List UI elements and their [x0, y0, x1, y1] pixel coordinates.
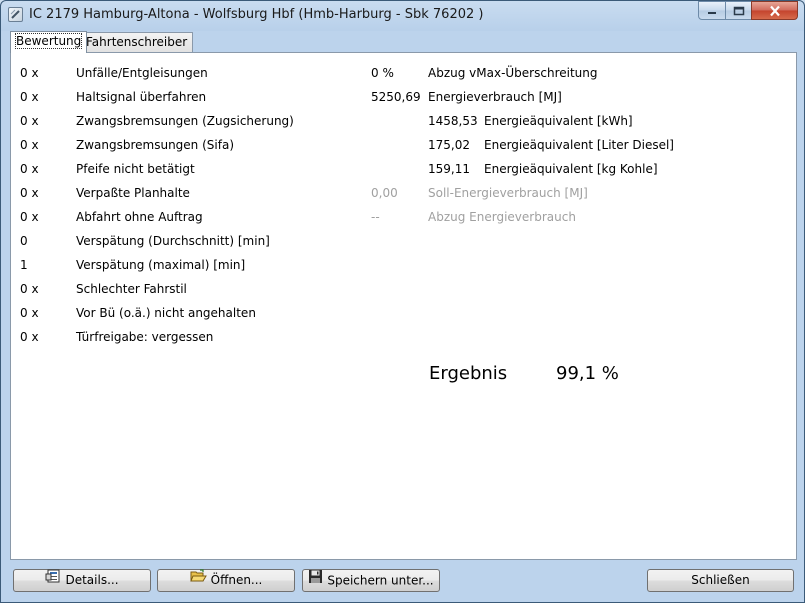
open-button[interactable]: Öffnen...: [157, 569, 295, 592]
energy-kwh-value: 1458,53: [428, 114, 478, 128]
energy-diesel-value: 175,02: [428, 138, 470, 152]
signal-passed-label: Haltsignal überfahren: [76, 90, 207, 104]
level-crossing-label: Vor Bü (o.ä.) nicht angehalten: [76, 306, 256, 320]
departure-without-order-label: Abfahrt ohne Auftrag: [76, 210, 203, 224]
delay-average-label: Verspätung (Durchschnitt) [min]: [76, 234, 270, 248]
missed-stops-count: 0 x: [20, 186, 39, 200]
result-label: Ergebnis: [429, 363, 508, 384]
maximize-button[interactable]: [725, 1, 752, 20]
delay-average-value: 0: [20, 234, 28, 248]
tab-bewertung-label: Bewertung: [14, 33, 83, 49]
energy-consumption-value: 5250,69: [371, 90, 421, 104]
bad-driving-count: 0 x: [20, 282, 39, 296]
door-release-count: 0 x: [20, 330, 39, 344]
minimize-icon: [708, 11, 716, 14]
title-bar[interactable]: IC 2179 Hamburg-Altona - Wolfsburg Hbf (…: [1, 1, 804, 29]
properties-icon: [45, 569, 61, 590]
app-icon[interactable]: [8, 7, 23, 22]
emergency-brake-train-protection-label: Zwangsbremsungen (Zugsicherung): [76, 114, 294, 128]
details-button-label: Details...: [65, 573, 119, 587]
window-title: IC 2179 Hamburg-Altona - Wolfsburg Hbf (…: [29, 7, 484, 22]
target-energy-value: 0,00: [371, 186, 398, 200]
bewertung-panel: 0 x Unfälle/Entgleisungen 0 x Haltsignal…: [10, 52, 797, 560]
energy-coal-value: 159,11: [428, 162, 470, 176]
save-as-button-label: Speichern unter...: [327, 573, 434, 588]
signal-passed-count: 0 x: [20, 90, 39, 104]
tab-fahrtenschreiber[interactable]: Fahrtenschreiber: [80, 32, 194, 52]
emergency-brake-sifa-count: 0 x: [20, 138, 39, 152]
floppy-disk-icon: [308, 569, 323, 591]
emergency-brake-train-protection-count: 0 x: [20, 114, 39, 128]
energy-consumption-label: Energieverbrauch [MJ]: [428, 90, 562, 104]
close-window-button[interactable]: [751, 1, 798, 20]
target-energy-label: Soll-Energieverbrauch [MJ]: [428, 186, 588, 200]
level-crossing-count: 0 x: [20, 306, 39, 320]
accidents-count: 0 x: [20, 66, 39, 80]
close-icon: [769, 5, 780, 16]
energy-coal-label: Energieäquivalent [kg Kohle]: [484, 162, 658, 176]
energy-kwh-label: Energieäquivalent [kWh]: [484, 114, 633, 128]
tab-bewertung[interactable]: Bewertung: [10, 31, 88, 53]
missed-stops-label: Verpaßte Planhalte: [76, 186, 190, 200]
vmax-deduction-value: 0 %: [371, 66, 394, 80]
whistle-label: Pfeife nicht betätigt: [76, 162, 195, 176]
minimize-button[interactable]: [698, 1, 726, 20]
delay-max-value: 1: [20, 258, 28, 272]
accidents-label: Unfälle/Entgleisungen: [76, 66, 208, 80]
emergency-brake-sifa-label: Zwangsbremsungen (Sifa): [76, 138, 234, 152]
details-button[interactable]: Details...: [13, 569, 151, 592]
close-button[interactable]: Schließen: [647, 569, 794, 592]
whistle-count: 0 x: [20, 162, 39, 176]
energy-deduction-label: Abzug Energieverbrauch: [428, 210, 576, 224]
open-button-label: Öffnen...: [210, 573, 263, 587]
energy-deduction-value: --: [371, 210, 380, 224]
maximize-icon: [733, 6, 744, 15]
open-folder-icon: [189, 569, 207, 590]
app-window: IC 2179 Hamburg-Altona - Wolfsburg Hbf (…: [0, 0, 805, 603]
energy-diesel-label: Energieäquivalent [Liter Diesel]: [484, 138, 674, 152]
door-release-label: Türfreigabe: vergessen: [76, 330, 214, 344]
result-value: 99,1 %: [556, 363, 619, 384]
departure-without-order-count: 0 x: [20, 210, 39, 224]
save-as-button[interactable]: Speichern unter...: [302, 569, 440, 592]
vmax-deduction-label: Abzug vMax-Überschreitung: [428, 66, 598, 80]
bad-driving-label: Schlechter Fahrstil: [76, 282, 187, 296]
close-button-label: Schließen: [691, 573, 750, 587]
tab-fahrtenschreiber-label: Fahrtenschreiber: [86, 35, 188, 49]
delay-max-label: Verspätung (maximal) [min]: [76, 258, 246, 272]
